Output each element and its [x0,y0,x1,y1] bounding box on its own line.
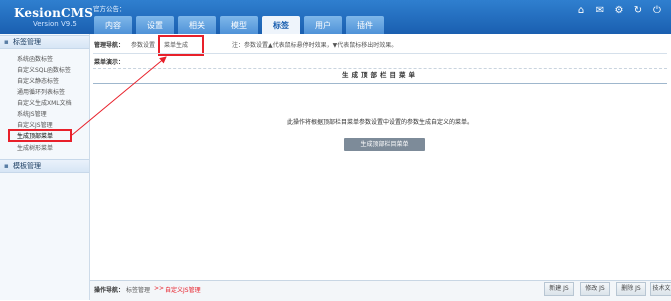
power-icon[interactable]: ⏻ [651,5,663,16]
tab-users[interactable]: 用户 [304,16,342,34]
sidebar-section-tags[interactable]: ▪ 标签管理 [0,35,89,49]
op-nav-label: 操作导航： [94,287,125,294]
tab-content[interactable]: 内容 [94,16,132,34]
sidebar: ▪ 标签管理 系统函数标签 自定义SQL函数标签 自定义静态标签 通用循环列表标签… [0,34,90,300]
sidebar-item-system-func[interactable]: 系统函数标签 [17,54,53,63]
sidebar-item-custom-js[interactable]: 自定义JS管理 [17,120,53,129]
divider [93,53,667,54]
tab-tags[interactable]: 标签 [262,16,300,34]
tab-related[interactable]: 相关 [178,16,216,34]
section-toggle-icon: ▪ [4,162,9,170]
generate-menu-button[interactable]: 生成顶部栏目菜单 [344,138,425,151]
sidebar-item-sql-func[interactable]: 自定义SQL函数标签 [17,65,71,74]
sidebar-item-tree-menu[interactable]: 生成树形菜单 [17,143,53,152]
mail-icon[interactable]: ✉ [594,5,606,16]
note-text: 注：参数设置▲代表鼠标悬停时效果，▼代表鼠标移出时效果。 [232,42,398,49]
main-tabs: 内容 设置 相关 模型 标签 用户 插件 [94,15,384,34]
sidebar-section-label: 标签管理 [13,38,41,46]
op-nav-current: 自定义JS管理 [165,287,201,294]
sidebar-section-templates[interactable]: ▪ 模板管理 [0,159,89,173]
logo-name: KesionCMS [14,6,94,20]
op-nav-separator: >> [154,285,165,292]
sidebar-section-label: 模板管理 [13,162,41,170]
logo: KesionCMS Version V9.5 [0,0,94,34]
home-icon[interactable]: ⌂ [575,5,587,16]
menu-demo-label: 菜单演示： [94,59,125,66]
tab-model[interactable]: 模型 [220,16,258,34]
tools-icon[interactable]: ⚙ [613,5,625,16]
section-toggle-icon: ▪ [4,38,9,46]
notice-label: 官方公告： [93,5,126,13]
edit-js-button[interactable]: 修改 JS [580,282,610,296]
new-js-button[interactable]: 新建 JS [544,282,574,296]
delete-js-button[interactable]: 删除 JS [616,282,646,296]
sidebar-item-system-js[interactable]: 系统JS管理 [17,109,47,118]
panel-title: 生成顶部栏目菜单 [342,71,418,79]
logo-version: Version V9.5 [33,20,77,28]
divider [93,83,667,84]
tech-doc-button[interactable]: 技术文 [650,282,671,296]
op-nav-tag-link[interactable]: 标签管理 [126,285,150,294]
highlight-box-sidebar [8,129,72,142]
sidebar-item-xml[interactable]: 自定义生成XML文档 [17,98,72,107]
admin-nav-label: 管理导航： [94,42,125,49]
sidebar-item-loop-list[interactable]: 通用循环列表标签 [17,87,65,96]
refresh-icon[interactable]: ↻ [632,5,644,16]
tab-plugins[interactable]: 插件 [346,16,384,34]
top-icons: ⌂ ✉ ⚙ ↻ ⏻ [575,5,663,16]
description-text: 此操作将根据顶部栏目菜单参数设置中设置的参数生成自定义的菜单。 [286,119,473,126]
sidebar-item-static-tag[interactable]: 自定义静态标签 [17,76,59,85]
link-param-settings[interactable]: 参数设置 [131,40,155,49]
tab-settings[interactable]: 设置 [136,16,174,34]
